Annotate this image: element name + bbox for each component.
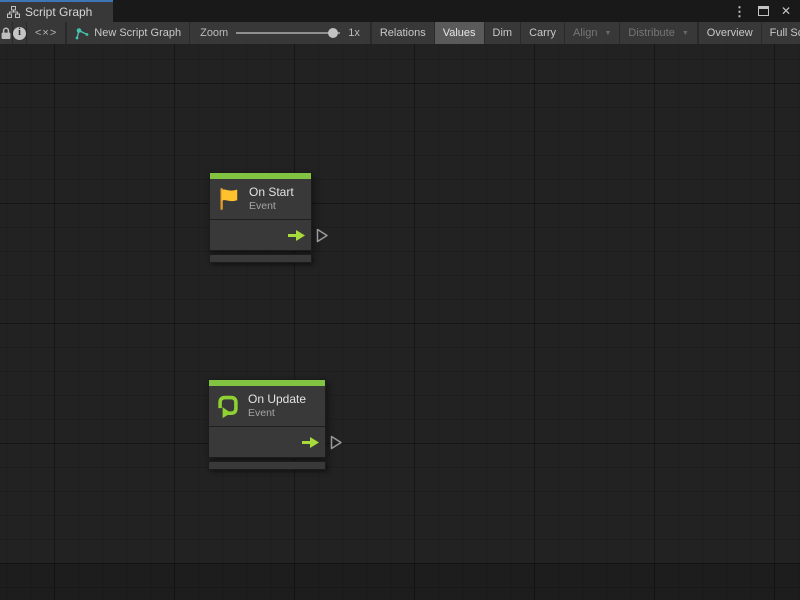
- tabbar-spacer: [113, 0, 733, 22]
- distribute-label: Distribute: [628, 27, 674, 39]
- zoom-control: Zoom 1x: [190, 22, 370, 44]
- node-texts: On Update Event: [248, 392, 306, 420]
- close-icon[interactable]: ✕: [781, 5, 791, 17]
- flow-arrow-icon: [302, 437, 319, 448]
- node-title: On Start: [249, 185, 294, 200]
- chevron-down-icon: ▼: [682, 30, 689, 37]
- loop-icon: [215, 393, 241, 419]
- flag-icon: [216, 186, 242, 212]
- dim-label: Dim: [493, 27, 513, 39]
- fullscreen-button[interactable]: Full Screen: [762, 22, 800, 44]
- relations-toggle[interactable]: Relations: [372, 22, 434, 44]
- node-body: On Start Event: [209, 172, 312, 251]
- align-dropdown[interactable]: Align ▼: [565, 22, 619, 44]
- carry-toggle[interactable]: Carry: [521, 22, 564, 44]
- zoom-label: Zoom: [200, 27, 228, 39]
- tab-label: Script Graph: [25, 5, 92, 19]
- overview-label: Overview: [707, 27, 753, 39]
- align-label: Align: [573, 27, 597, 39]
- graph-canvas[interactable]: On Start Event: [0, 44, 800, 600]
- zoom-slider-handle[interactable]: [328, 28, 338, 38]
- canvas-boundary-shade: [0, 563, 800, 600]
- code-icon: <×>: [35, 27, 57, 39]
- lock-icon: [0, 27, 12, 40]
- node-subtitle: Event: [249, 200, 294, 213]
- graph-toolbar: i <×> New Script Graph Zoom 1x Relations…: [0, 22, 800, 44]
- maximize-icon[interactable]: [758, 6, 769, 16]
- node-title-section: On Start Event: [210, 179, 311, 220]
- window-controls: ⋮ ✕: [733, 0, 800, 22]
- dim-toggle[interactable]: Dim: [485, 22, 521, 44]
- node-texts: On Start Event: [249, 185, 294, 213]
- info-icon: i: [13, 27, 26, 40]
- window-menu-icon[interactable]: ⋮: [733, 5, 746, 18]
- output-port[interactable]: [316, 228, 329, 243]
- node-body: On Update Event: [208, 379, 326, 458]
- flow-arrow-icon: [288, 230, 305, 241]
- values-toggle[interactable]: Values: [435, 22, 484, 44]
- node-footer: [208, 461, 326, 470]
- new-script-graph-button[interactable]: New Script Graph: [67, 22, 189, 44]
- fullscreen-label: Full Screen: [770, 27, 800, 39]
- zoom-value: 1x: [348, 27, 360, 39]
- node-port-row: [210, 220, 311, 250]
- node-subtitle: Event: [248, 407, 306, 420]
- node-on-start[interactable]: On Start Event: [209, 172, 312, 263]
- zoom-slider-track: [236, 32, 340, 34]
- zoom-slider[interactable]: [236, 26, 340, 40]
- output-port[interactable]: [330, 435, 343, 450]
- node-title: On Update: [248, 392, 306, 407]
- node-on-update[interactable]: On Update Event: [208, 379, 326, 470]
- relations-label: Relations: [380, 27, 426, 39]
- code-preview-button[interactable]: <×>: [27, 22, 65, 44]
- distribute-dropdown[interactable]: Distribute ▼: [620, 22, 696, 44]
- node-title-section: On Update Event: [209, 386, 325, 427]
- tab-script-graph[interactable]: Script Graph: [0, 0, 113, 22]
- new-script-graph-label: New Script Graph: [94, 27, 181, 39]
- tab-bar: Script Graph ⋮ ✕: [0, 0, 800, 22]
- chevron-down-icon: ▼: [604, 30, 611, 37]
- node-port-row: [209, 427, 325, 457]
- graph-hierarchy-icon: [7, 6, 20, 18]
- carry-label: Carry: [529, 27, 556, 39]
- node-footer: [209, 254, 312, 263]
- graph-node-icon: [75, 27, 89, 40]
- values-label: Values: [443, 27, 476, 39]
- lock-button[interactable]: [0, 22, 12, 44]
- inspect-button[interactable]: i: [13, 22, 26, 44]
- overview-button[interactable]: Overview: [699, 22, 761, 44]
